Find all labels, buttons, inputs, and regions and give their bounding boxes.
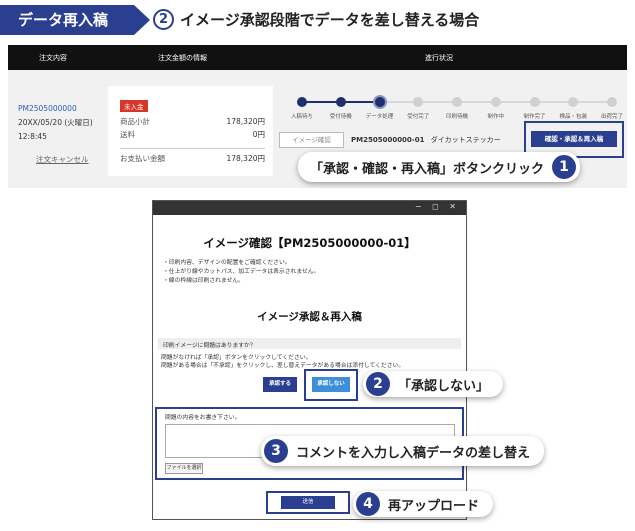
- step-title: イメージ承認段階でデータを差し替える場合: [180, 11, 480, 29]
- image-confirm-dialog: − ◻ ✕ イメージ確認【PM2505000000-01】 ・印刷内容、デザイン…: [152, 200, 467, 520]
- step-heading: 2 イメージ承認段階でデータを差し替える場合: [153, 9, 479, 30]
- approve-button[interactable]: 承認する: [263, 377, 297, 392]
- col-status-header: 進行状況: [425, 54, 453, 62]
- callout-2-number: 2: [366, 372, 390, 396]
- progress-step-dot: [529, 97, 540, 107]
- progress-step-dot: [413, 97, 424, 107]
- callout-3-text: コメントを入力し入稿データの差し替え: [296, 445, 531, 461]
- highlight-frame-4: 送信: [266, 491, 350, 514]
- product-id: PM2505000000-01: [351, 136, 425, 144]
- product-name: ダイカットステッカー: [430, 136, 501, 144]
- progress-step-label: 検品・包装: [559, 114, 588, 120]
- dialog-subtitle: イメージ承認＆再入稿: [257, 311, 362, 323]
- shipping-row: 送料 0円: [120, 129, 265, 140]
- window-controls[interactable]: − ◻ ✕: [415, 202, 460, 211]
- callout-2: 2 「承認しない」: [363, 371, 504, 397]
- image-confirm-button[interactable]: イメージ確認: [279, 132, 344, 148]
- subtotal-row: 商品小計 178,320円: [120, 116, 265, 127]
- callout-4-text: 再アップロード: [388, 498, 480, 514]
- divider: [120, 148, 265, 149]
- note-line: ・線の枠線は印刷されません。: [163, 278, 244, 284]
- progress-step-dot: [374, 97, 385, 107]
- order-date: 20XX/05/20 (火曜日): [18, 118, 93, 127]
- product-line: PM2505000000-01 ダイカットステッカー: [351, 135, 501, 145]
- cancel-order-link[interactable]: 注文キャンセル: [36, 154, 89, 165]
- progress-step-label: 受付完了: [407, 114, 430, 120]
- file-select-button[interactable]: ファイルを選択: [165, 463, 203, 474]
- subtotal-value: 178,320円: [226, 117, 265, 126]
- callout-4: 4 再アップロード: [353, 491, 494, 517]
- note-line: ・印刷内容、デザインの配置をご確認ください。: [163, 260, 291, 266]
- progress-step-dot: [607, 97, 617, 107]
- instruction-line: 問題がなければ「承認」ボタンをクリックしてください。: [161, 355, 312, 361]
- instructions: 問題がなければ「承認」ボタンをクリックしてください。 問題がある場合は「不承認」…: [161, 354, 404, 370]
- shipping-value: 0円: [252, 130, 265, 139]
- progress-step-label: 印刷待機: [445, 114, 469, 120]
- progress-step-label: データ処理: [365, 114, 394, 120]
- dialog-title: イメージ確認【PM2505000000-01】: [203, 236, 416, 250]
- highlight-frame-2: 承認しない: [304, 369, 358, 401]
- progress-step-dot: [335, 97, 346, 107]
- progress-step-label: 入稿待ち: [290, 114, 314, 120]
- order-table-header: 注文内容 注文金額の情報 進行状況: [8, 45, 627, 70]
- total-value: 178,320円: [226, 154, 265, 163]
- progress-step-dot: [490, 97, 501, 107]
- payment-card: 未入金 商品小計 178,320円 送料 0円 お支払い金額 178,320円: [108, 86, 273, 176]
- question-bar: 印刷イメージに問題はありますか？: [158, 338, 461, 349]
- total-row: お支払い金額 178,320円: [120, 153, 265, 164]
- progress-step-label: 制作完了: [523, 114, 546, 120]
- callout-1-text: 「承認・確認・再入稿」ボタンクリック: [310, 161, 545, 177]
- callout-3: 3 コメントを入力し入稿データの差し替え: [261, 436, 545, 466]
- confirm-approve-resubmit-button[interactable]: 確認・承認＆再入稿: [531, 131, 617, 147]
- callout-4-number: 4: [356, 492, 380, 516]
- callout-2-text: 「承認しない」: [398, 378, 490, 394]
- note-line: ・仕上がり線やカットパス、加工データは表示されません。: [163, 269, 320, 275]
- send-button[interactable]: 送信: [281, 496, 335, 509]
- order-id[interactable]: PM2505000000: [18, 102, 93, 116]
- dialog-notes: ・印刷内容、デザインの配置をご確認ください。 ・仕上がり線やカットパス、加工デー…: [163, 259, 319, 286]
- progress-step-dot: [568, 97, 579, 107]
- reject-button[interactable]: 承認しない: [312, 377, 350, 392]
- callout-1-number: 1: [552, 155, 577, 179]
- unpaid-badge: 未入金: [120, 100, 148, 112]
- step-number: 2: [153, 9, 174, 30]
- order-time: 12:8:45: [18, 132, 47, 141]
- callout-3-number: 3: [264, 439, 288, 463]
- progress-step-dot: [297, 97, 307, 107]
- col-amount-header: 注文金額の情報: [158, 54, 207, 62]
- callout-1: 「承認・確認・再入稿」ボタンクリック 1: [298, 152, 581, 182]
- section-label: データ再入稿: [0, 5, 150, 35]
- comment-label: 問題の内容をお書き下さい。: [165, 415, 241, 421]
- progress-step-label: 受付待機: [329, 114, 352, 120]
- instruction-line: 問題がある場合は「不承認」をクリックし、差し替えデータがある場合は添付してくださ…: [161, 363, 405, 369]
- dialog-titlebar: − ◻ ✕: [153, 201, 466, 215]
- total-label: お支払い金額: [120, 154, 165, 163]
- progress-step-dot: [452, 97, 462, 107]
- progress-step-label: 出荷完了: [600, 114, 624, 120]
- col-order-header: 注文内容: [39, 54, 67, 62]
- order-info: PM2505000000 20XX/05/20 (火曜日) 12:8:45: [18, 102, 93, 144]
- shipping-label: 送料: [120, 130, 135, 139]
- subtotal-label: 商品小計: [120, 117, 150, 126]
- progress-step-label: 制作中: [487, 114, 505, 120]
- tutorial-screenshot: データ再入稿 2 イメージ承認段階でデータを差し替える場合 注文内容 注文金額の…: [0, 0, 635, 531]
